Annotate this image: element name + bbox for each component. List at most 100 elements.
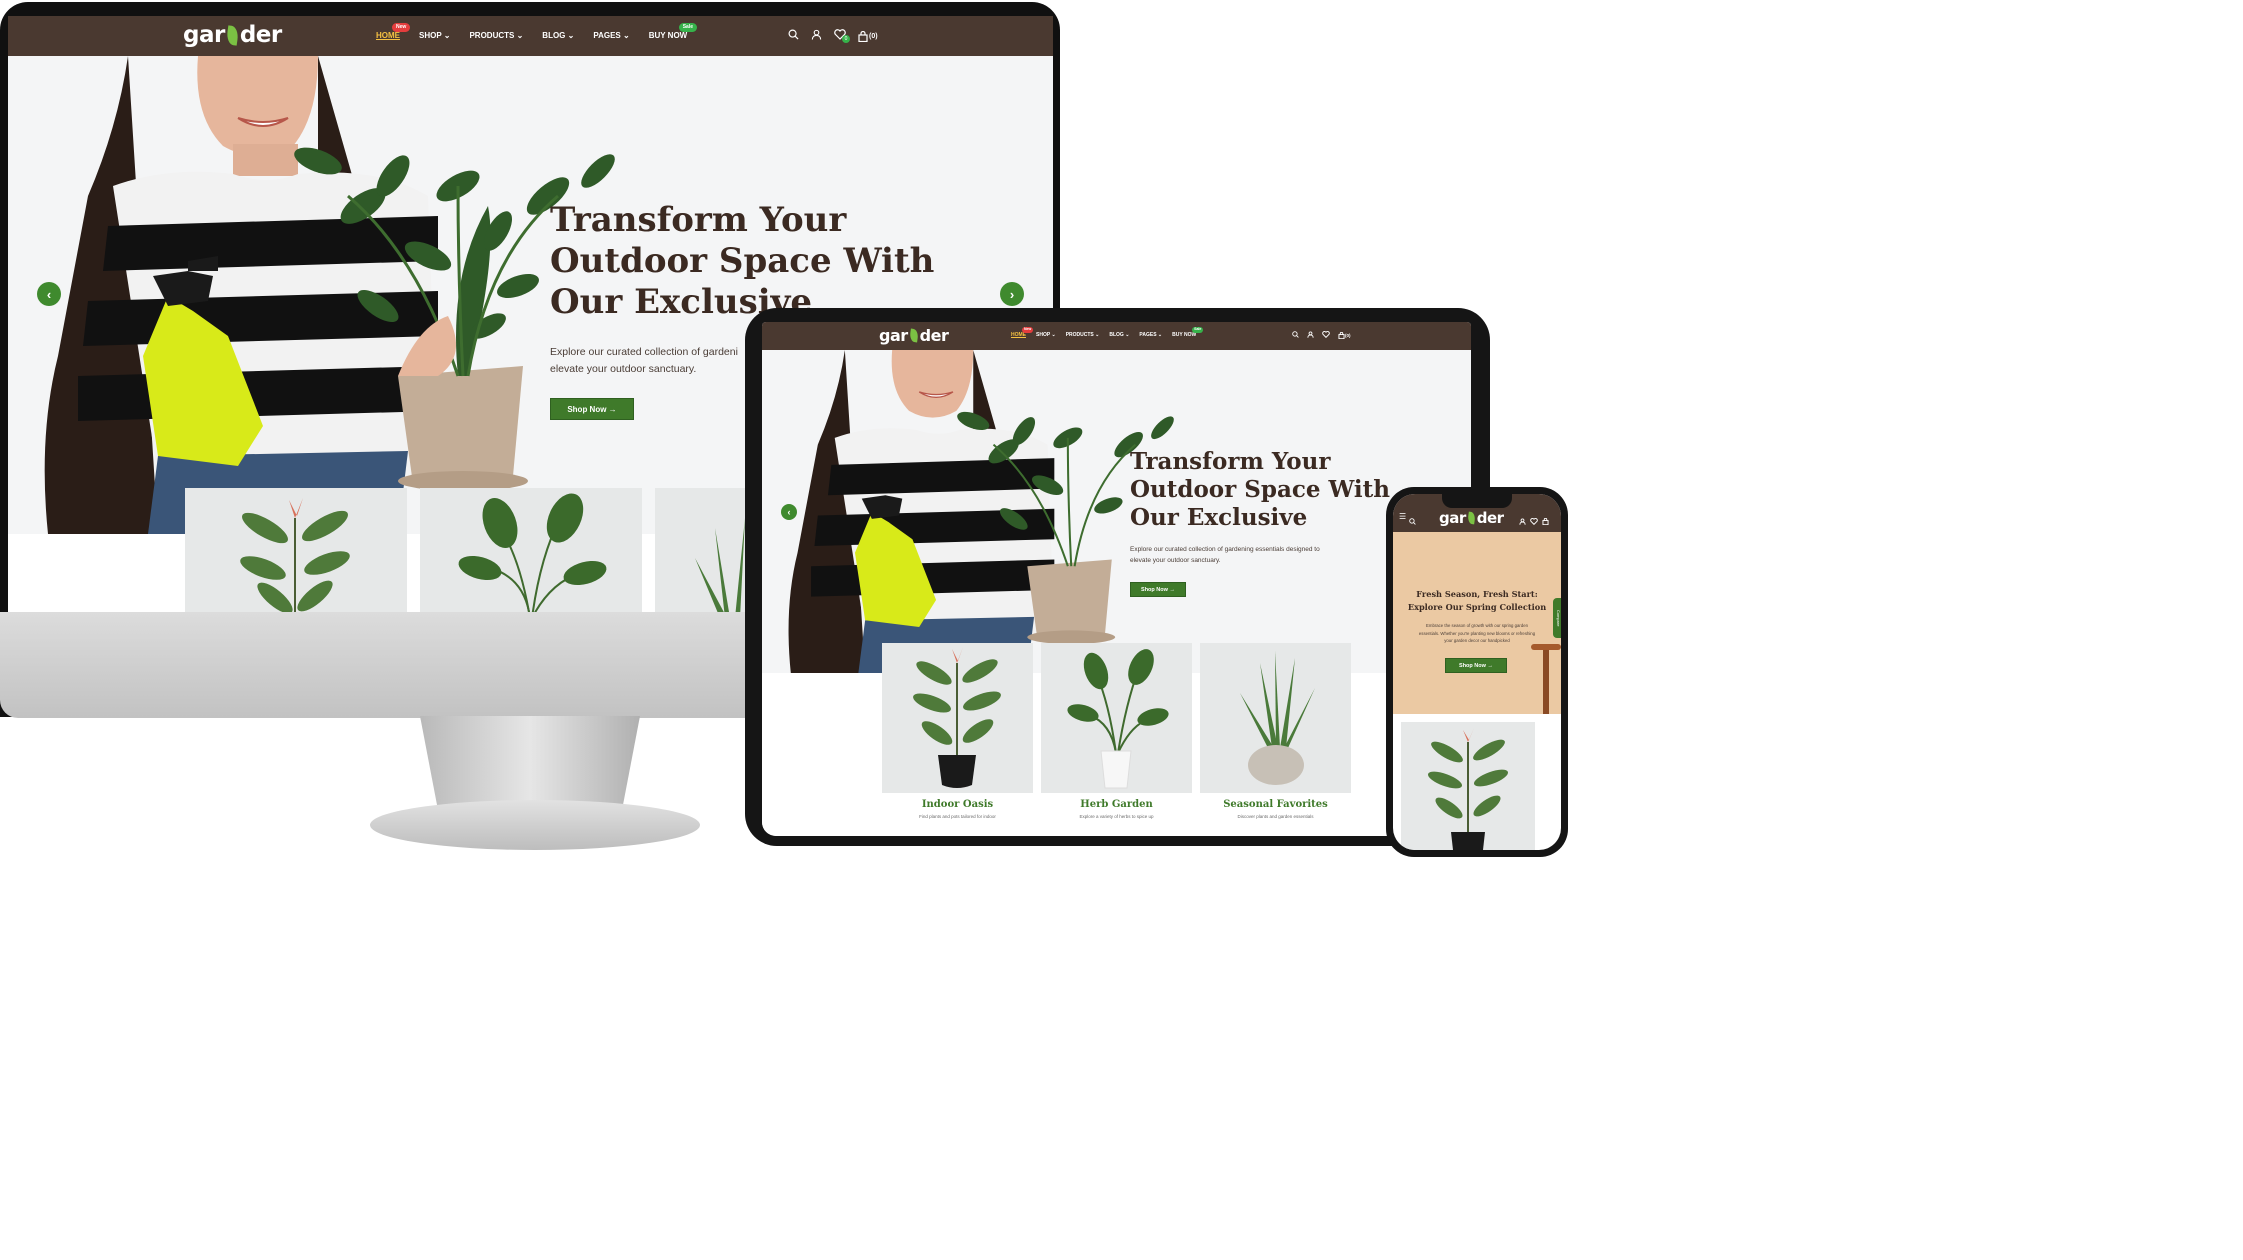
nav-label: HOME xyxy=(1011,332,1026,338)
nav-item-home[interactable]: HOME New xyxy=(1011,327,1034,338)
nav-item-shop[interactable]: SHOP ⌄ xyxy=(419,31,450,40)
brand-logo[interactable]: gar der xyxy=(183,22,282,48)
cart-icon[interactable] xyxy=(1542,512,1549,530)
nav-item-products[interactable]: PRODUCTS ⌄ xyxy=(469,31,523,40)
sale-badge: Sale xyxy=(678,23,697,32)
header-icons xyxy=(1519,512,1549,530)
cart-count: (0) xyxy=(869,32,878,40)
slider-next-button[interactable]: › xyxy=(1000,282,1024,306)
chevron-down-icon: ⌄ xyxy=(623,31,630,40)
nav-item-shop[interactable]: SHOP ⌄ xyxy=(1036,332,1056,338)
leaf-icon xyxy=(225,24,240,46)
nav-label: PAGES xyxy=(593,31,621,40)
mobile-hero-title: Fresh Season, Fresh Start: Explore Our S… xyxy=(1393,588,1561,614)
rubber-plant-in-black-pot-image xyxy=(913,647,1001,788)
shop-now-button[interactable]: Shop Now → xyxy=(550,398,634,420)
card-desc: Find plants and pots tailored for indoor xyxy=(919,814,996,819)
desktop-navbar: gar der HOME New SHOP ⌄ PRODUCTS ⌄ BLOG ⌄… xyxy=(8,16,1053,56)
nav-item-home[interactable]: HOME New xyxy=(376,23,411,40)
hero-desc-line: elevate your outdoor sanctuary. xyxy=(1130,557,1221,564)
side-table-leg xyxy=(1543,650,1549,714)
nav-item-products[interactable]: PRODUCTS ⌄ xyxy=(1066,332,1100,338)
card-title: Herb Garden xyxy=(1080,799,1153,810)
card-desc: Explore a variety of herbs to spice up xyxy=(1079,814,1154,819)
leaf-icon xyxy=(908,328,919,343)
user-icon[interactable] xyxy=(811,29,822,43)
hero-title-line: Transform Your xyxy=(1130,448,1331,475)
product-card[interactable] xyxy=(420,488,642,612)
wishlist-icon[interactable]: 0 xyxy=(834,29,850,43)
new-badge: New xyxy=(1022,327,1034,333)
hamburger-menu-icon[interactable]: ☰ xyxy=(1399,512,1406,521)
user-icon[interactable] xyxy=(1307,331,1314,340)
nav-label: BLOG xyxy=(1109,332,1124,338)
nav-item-pages[interactable]: PAGES ⌄ xyxy=(1139,332,1162,338)
hero-desc-line: Explore our curated collection of garden… xyxy=(550,346,738,358)
logo-text-right: der xyxy=(919,326,949,345)
search-icon[interactable] xyxy=(1409,512,1416,530)
cart-icon[interactable]: (0) xyxy=(858,30,878,42)
hero-section: Transform Your Outdoor Space With Our Ex… xyxy=(762,350,1471,673)
product-card[interactable] xyxy=(185,488,407,612)
slider-prev-button[interactable]: ‹ xyxy=(781,504,797,520)
nav-label: SHOP xyxy=(1036,332,1051,338)
nav-item-buy-now[interactable]: BUY NOW Sale xyxy=(1172,327,1204,338)
nav-item-blog[interactable]: BLOG ⌄ xyxy=(542,31,574,40)
wishlist-icon[interactable] xyxy=(1530,512,1538,530)
card-body: Seasonal Favorites Discover plants and g… xyxy=(1200,793,1351,836)
tablet-frame: gar der HOME New SHOP ⌄ PRODUCTS ⌄ BLOG ⌄… xyxy=(745,308,1490,846)
logo-text-right: der xyxy=(1476,509,1504,527)
nav-item-buy-now[interactable]: BUY NOW Sale xyxy=(648,23,697,40)
card-body: Indoor Oasis Find plants and pots tailor… xyxy=(882,793,1033,836)
product-card[interactable]: Seasonal Favorites Discover plants and g… xyxy=(1200,643,1351,836)
card-body: Herb Garden Explore a variety of herbs t… xyxy=(1041,793,1192,836)
monitor-stand-neck xyxy=(420,716,640,808)
brand-logo[interactable]: gar der xyxy=(879,326,949,345)
phone-notch xyxy=(1442,494,1512,508)
hero-description: Explore our curated collection of garden… xyxy=(1130,544,1320,566)
mobile-hero-section: Fresh Season, Fresh Start: Explore Our S… xyxy=(1393,532,1561,714)
hero-desc-line: Embrace the season of growth with our sp… xyxy=(1426,623,1528,628)
nav-label: BUY NOW xyxy=(648,31,688,40)
shop-now-button[interactable]: Shop Now → xyxy=(1130,582,1186,597)
rubber-plant-image xyxy=(240,498,350,612)
hero-woman-with-plant-image xyxy=(44,56,615,534)
chevron-down-icon: ⌄ xyxy=(443,31,451,40)
hero-title: Transform Your Outdoor Space With Our Ex… xyxy=(1130,448,1390,532)
product-card[interactable] xyxy=(1401,722,1535,850)
chevron-down-icon: ⌄ xyxy=(1095,332,1100,338)
wishlist-icon[interactable] xyxy=(1322,331,1330,340)
snake-plant-in-beige-pot-image xyxy=(1240,651,1315,785)
chevron-down-icon: ⌄ xyxy=(1157,332,1163,338)
product-card[interactable]: Indoor Oasis Find plants and pots tailor… xyxy=(882,643,1033,836)
nav-label: PRODUCTS xyxy=(1065,332,1094,338)
product-card[interactable]: Herb Garden Explore a variety of herbs t… xyxy=(1041,643,1192,836)
card-title: Indoor Oasis xyxy=(921,799,994,810)
search-icon[interactable] xyxy=(1292,331,1299,340)
rubber-plant-image xyxy=(1427,728,1509,850)
alocasia-in-white-pot-image xyxy=(1067,649,1169,789)
slider-prev-button[interactable]: ‹ xyxy=(37,282,61,306)
hero-woman-with-plant-image xyxy=(788,350,1174,673)
nav-item-blog[interactable]: BLOG ⌄ xyxy=(1109,332,1129,338)
hero-desc-line: elevate your outdoor sanctuary. xyxy=(550,363,697,375)
user-icon[interactable] xyxy=(1519,512,1526,530)
hero-description: Explore our curated collection of garden… xyxy=(550,344,738,378)
cart-count: (0) xyxy=(1345,333,1351,338)
cart-icon[interactable]: (0) xyxy=(1338,332,1351,339)
chevron-down-icon: ⌄ xyxy=(516,31,524,40)
leaf-icon xyxy=(1466,511,1476,525)
brand-logo[interactable]: gar der xyxy=(1439,509,1504,527)
hero-title-line: Transform Your xyxy=(550,200,847,240)
compare-side-tab[interactable]: Compare xyxy=(1553,598,1561,638)
card-desc: Discover plants and garden essentials xyxy=(1237,814,1314,819)
new-badge: New xyxy=(392,23,411,32)
hero-title-line: Outdoor Space With xyxy=(1130,476,1391,503)
nav-item-pages[interactable]: PAGES ⌄ xyxy=(593,31,629,40)
shop-now-button[interactable]: Shop Now → xyxy=(1445,658,1507,673)
card-title: Seasonal Favorites xyxy=(1223,799,1328,810)
chevron-down-icon: ⌄ xyxy=(1051,332,1056,338)
search-icon[interactable] xyxy=(788,29,799,43)
logo-text-left: gar xyxy=(183,22,225,48)
hero-desc-line: Explore our curated collection of garden… xyxy=(1130,546,1320,553)
